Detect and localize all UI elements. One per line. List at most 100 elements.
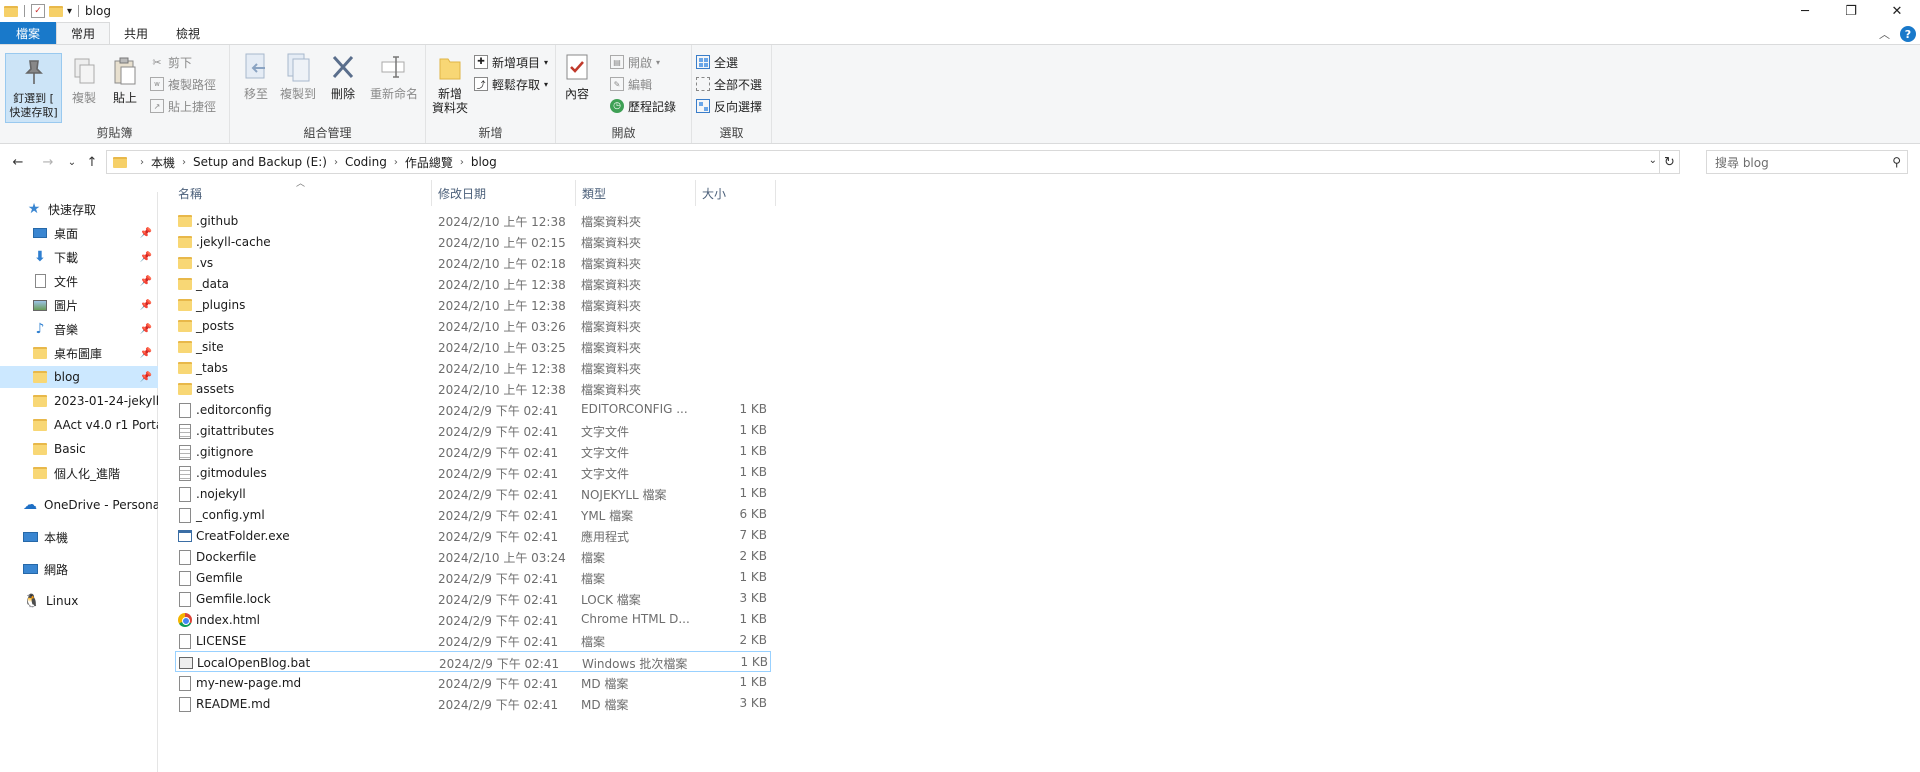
file-row[interactable]: Gemfile.lock 2024/2/9 下午 02:41 LOCK 檔案 3 KB — [175, 588, 771, 609]
sidebar-item-basic[interactable]: Basic — [0, 438, 158, 460]
chevron-right-icon[interactable]: › — [334, 157, 338, 168]
file-row[interactable]: _data 2024/2/10 上午 12:38 檔案資料夾 — [175, 273, 771, 294]
file-row[interactable]: my-new-page.md 2024/2/9 下午 02:41 MD 檔案 1 KB — [175, 672, 771, 693]
file-row[interactable]: .vs 2024/2/10 上午 02:18 檔案資料夾 — [175, 252, 771, 273]
breadcrumb-item[interactable]: Coding — [345, 155, 387, 169]
new-folder-icon[interactable] — [49, 5, 63, 17]
breadcrumb-item[interactable]: blog — [471, 155, 497, 169]
properties-button[interactable]: 內容 — [562, 51, 592, 101]
breadcrumb-item[interactable]: 作品總覽 — [405, 154, 453, 171]
forward-button[interactable]: → — [38, 152, 58, 172]
sidebar-item-desktop[interactable]: 桌面 📌 — [0, 222, 158, 244]
sidebar-item-pictures[interactable]: 圖片 📌 — [0, 294, 158, 316]
help-icon[interactable]: ? — [1900, 26, 1916, 42]
sidebar-item-wallpapers[interactable]: 桌布圖庫 📌 — [0, 342, 158, 364]
up-button[interactable]: ↑ — [82, 152, 102, 172]
select-none-button[interactable]: 全部不選 — [696, 75, 762, 93]
file-row[interactable]: .gitattributes 2024/2/9 下午 02:41 文字文件 1 KB — [175, 420, 771, 441]
new-folder-button[interactable]: 新增 資料夾 — [430, 51, 470, 115]
sidebar-item-network[interactable]: 網路 — [0, 558, 158, 580]
qa-dropdown-icon[interactable]: ▾ — [67, 6, 72, 17]
tab-file[interactable]: 檔案 — [0, 22, 56, 44]
pin-quick-access-button[interactable]: 釘選到 [ 快速存取] — [5, 53, 62, 123]
file-row[interactable]: assets 2024/2/10 上午 12:38 檔案資料夾 — [175, 378, 771, 399]
file-row[interactable]: LICENSE 2024/2/9 下午 02:41 檔案 2 KB — [175, 630, 771, 651]
copy-button[interactable]: 複製 — [68, 55, 100, 105]
sidebar-item-quick-access[interactable]: ★ 快速存取 — [0, 198, 158, 220]
file-row[interactable]: _posts 2024/2/10 上午 03:26 檔案資料夾 — [175, 315, 771, 336]
file-row[interactable]: .gitignore 2024/2/9 下午 02:41 文字文件 1 KB — [175, 441, 771, 462]
file-name: _posts — [196, 319, 235, 333]
file-row[interactable]: README.md 2024/2/9 下午 02:41 MD 檔案 3 KB — [175, 693, 771, 714]
file-row[interactable]: .editorconfig 2024/2/9 下午 02:41 EDITORCONF… — [175, 399, 771, 420]
sidebar-item-label: 本機 — [44, 530, 69, 545]
chevron-right-icon[interactable]: › — [460, 157, 464, 168]
file-row[interactable]: LocalOpenBlog.bat 2024/2/9 下午 02:41 Window… — [175, 651, 771, 672]
file-type: 文字文件 — [581, 425, 630, 439]
back-button[interactable]: ← — [8, 152, 28, 172]
new-item-button[interactable]: ✚ 新增項目 ▾ — [474, 53, 548, 71]
tab-share[interactable]: 共用 — [110, 22, 162, 44]
sidebar-item-this-pc[interactable]: 本機 — [0, 526, 158, 548]
refresh-button[interactable]: ↻ — [1659, 151, 1679, 173]
sidebar-item-downloads[interactable]: ⬇ 下載 📌 — [0, 246, 158, 268]
sidebar-item-personalize[interactable]: 個人化_進階 — [0, 462, 158, 484]
column-header-date[interactable]: 修改日期 — [432, 180, 576, 206]
minimize-button[interactable]: ─ — [1782, 0, 1828, 22]
file-row[interactable]: _plugins 2024/2/10 上午 12:38 檔案資料夾 — [175, 294, 771, 315]
file-row[interactable]: Dockerfile 2024/2/10 上午 03:24 檔案 2 KB — [175, 546, 771, 567]
select-all-button[interactable]: 全選 — [696, 53, 738, 71]
collapse-ribbon-icon[interactable]: ︿ — [1879, 26, 1890, 42]
recent-locations-button[interactable]: ⌄ — [62, 152, 82, 172]
delete-button[interactable]: 刪除 — [328, 51, 358, 101]
sidebar-item-jekyll-folder[interactable]: 2023-01-24-jekyll- — [0, 390, 158, 412]
maximize-button[interactable]: ❐ — [1828, 0, 1874, 22]
close-button[interactable]: ✕ — [1874, 0, 1920, 22]
history-button[interactable]: ◷ 歷程記錄 — [610, 97, 676, 115]
file-date: 2024/2/9 下午 02:41 — [438, 467, 559, 481]
address-bar[interactable]: › 本機 › Setup and Backup (E:) › Coding › … — [106, 150, 1680, 174]
sidebar-item-linux[interactable]: 🐧 Linux — [0, 590, 158, 612]
file-row[interactable]: .jekyll-cache 2024/2/10 上午 02:15 檔案資料夾 — [175, 231, 771, 252]
copy-to-label: 複製到 — [279, 87, 316, 101]
edit-button[interactable]: ✎ 編輯 — [610, 75, 652, 93]
chevron-right-icon[interactable]: › — [182, 157, 186, 168]
sidebar-item-blog[interactable]: blog 📌 — [0, 366, 158, 388]
file-size: 1 KB — [739, 444, 767, 458]
sidebar-item-aact[interactable]: AAct v4.0 r1 Portab — [0, 414, 158, 436]
paste-button[interactable]: 貼上 — [108, 55, 142, 105]
invert-selection-button[interactable]: 反向選擇 — [696, 97, 762, 115]
sidebar-item-documents[interactable]: 文件 📌 — [0, 270, 158, 292]
properties-icon[interactable]: ✓ — [31, 4, 45, 18]
file-row[interactable]: .nojekyll 2024/2/9 下午 02:41 NOJEKYLL 檔案 1 K… — [175, 483, 771, 504]
copy-to-button[interactable]: 複製到 — [276, 51, 320, 101]
breadcrumb-item[interactable]: Setup and Backup (E:) — [193, 155, 327, 169]
tab-home[interactable]: 常用 — [56, 22, 111, 44]
chevron-right-icon[interactable]: › — [394, 157, 398, 168]
open-button[interactable]: ▤ 開啟 ▾ — [610, 53, 660, 71]
column-header-type[interactable]: 類型 — [576, 180, 696, 206]
move-to-icon — [241, 51, 271, 83]
sidebar-item-onedrive[interactable]: ☁ OneDrive - Personal — [0, 494, 158, 516]
column-header-size[interactable]: 大小 — [696, 180, 776, 206]
file-row[interactable]: _tabs 2024/2/10 上午 12:38 檔案資料夾 — [175, 357, 771, 378]
easy-access-button[interactable]: ⤴ 輕鬆存取 ▾ — [474, 75, 548, 93]
file-row[interactable]: CreatFolder.exe 2024/2/9 下午 02:41 應用程式 7 KB — [175, 525, 771, 546]
file-row[interactable]: index.html 2024/2/9 下午 02:41 Chrome HTML D… — [175, 609, 771, 630]
file-row[interactable]: _config.yml 2024/2/9 下午 02:41 YML 檔案 6 KB — [175, 504, 771, 525]
file-row[interactable]: Gemfile 2024/2/9 下午 02:41 檔案 1 KB — [175, 567, 771, 588]
file-row[interactable]: .github 2024/2/10 上午 12:38 檔案資料夾 — [175, 210, 771, 231]
rename-button[interactable]: 重新命名 — [366, 51, 422, 101]
sidebar-item-music[interactable]: ♪ 音樂 📌 — [0, 318, 158, 340]
tab-view[interactable]: 檢視 — [162, 22, 214, 44]
address-dropdown-icon[interactable]: ⌄ — [1649, 155, 1657, 166]
breadcrumb-item[interactable]: 本機 — [151, 154, 175, 171]
file-row[interactable]: .gitmodules 2024/2/9 下午 02:41 文字文件 1 KB — [175, 462, 771, 483]
move-to-button[interactable]: 移至 — [240, 51, 272, 101]
file-row[interactable]: _site 2024/2/10 上午 03:25 檔案資料夾 — [175, 336, 771, 357]
search-input[interactable]: 搜尋 blog ⚲ — [1706, 150, 1908, 174]
copy-path-button[interactable]: w 複製路徑 — [150, 75, 216, 93]
paste-shortcut-button[interactable]: ↗ 貼上捷徑 — [150, 97, 216, 115]
music-icon: ♪ — [35, 321, 45, 337]
cut-button[interactable]: ✂ 剪下 — [150, 53, 192, 71]
